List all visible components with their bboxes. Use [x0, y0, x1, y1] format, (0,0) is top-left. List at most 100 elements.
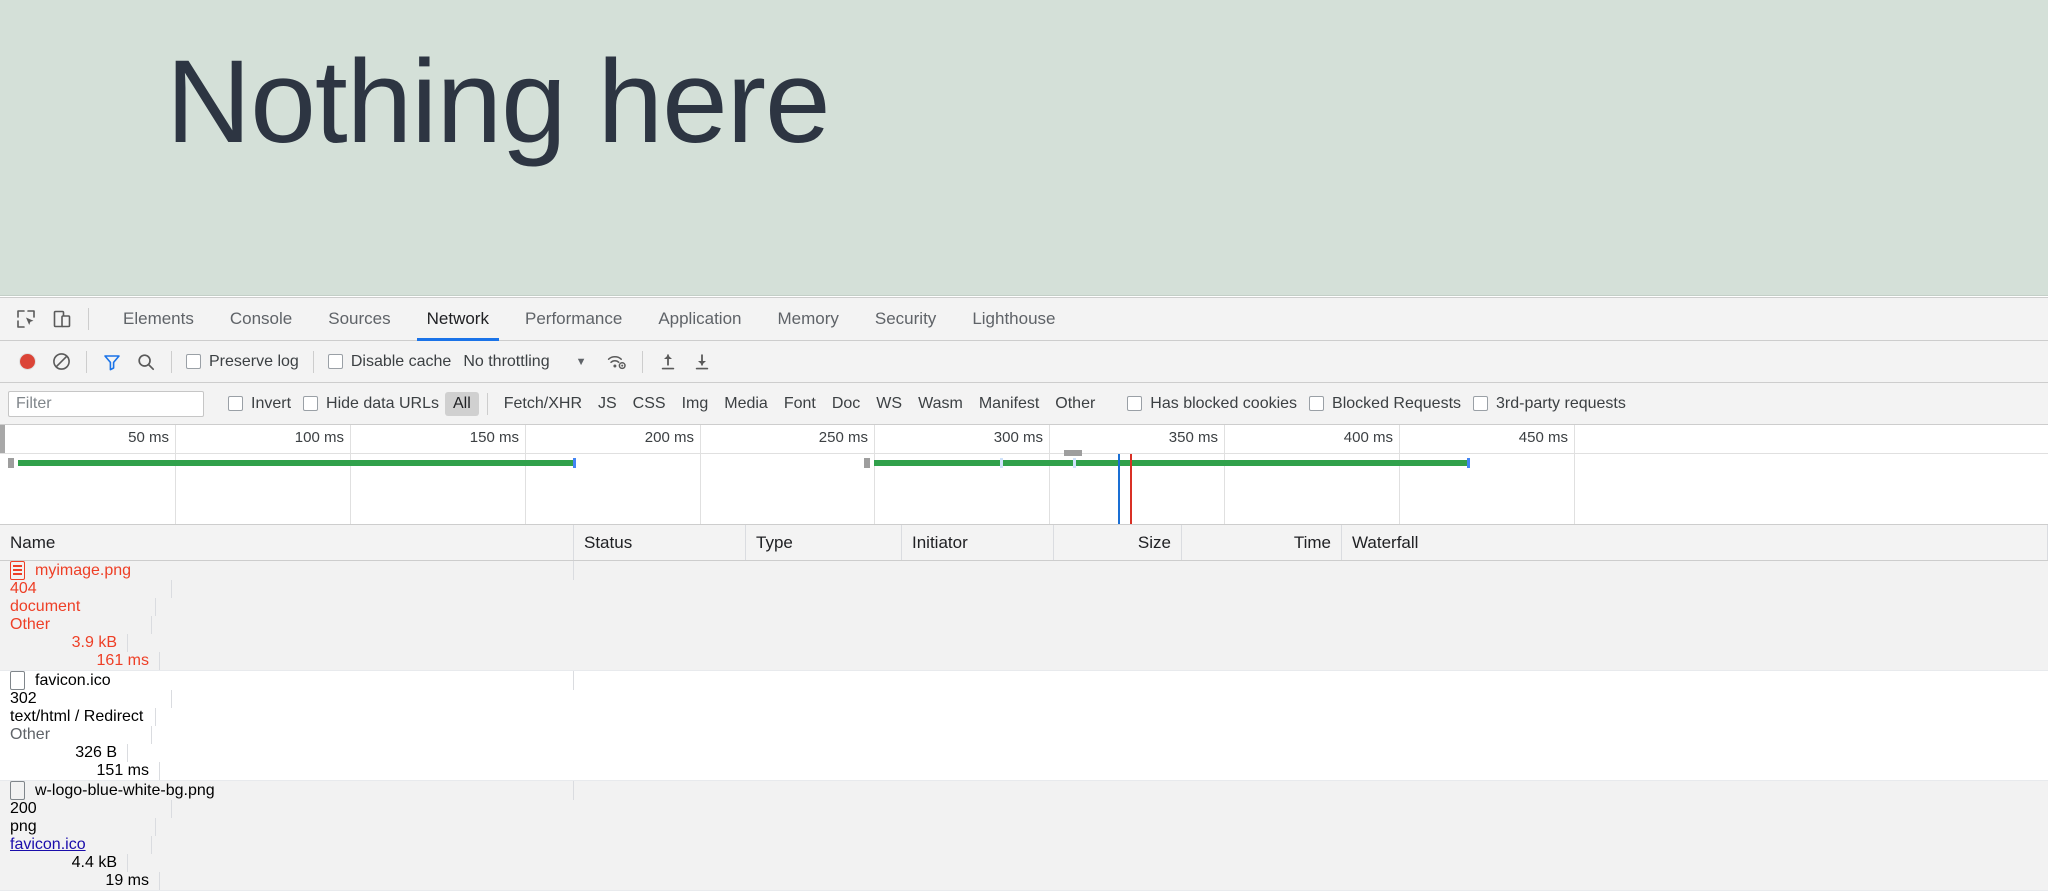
filter-type-other[interactable]: Other	[1047, 392, 1103, 416]
column-header-type[interactable]: Type	[746, 525, 902, 560]
overview-tick-label: 150 ms	[469, 429, 519, 446]
initiator-link[interactable]: favicon.ico	[10, 836, 86, 854]
column-header-waterfall[interactable]: Waterfall	[1342, 525, 2048, 560]
page-heading: Nothing here	[166, 36, 831, 168]
checkbox-box	[1473, 396, 1489, 411]
tab-sources[interactable]: Sources	[310, 298, 408, 341]
throttling-select[interactable]: No throttling ▼	[463, 353, 586, 371]
tab-lighthouse[interactable]: Lighthouse	[954, 298, 1073, 341]
filter-type-fetch-xhr[interactable]: Fetch/XHR	[496, 392, 590, 416]
cell-time: 161 ms	[0, 652, 160, 670]
overview-tick-label: 100 ms	[294, 429, 344, 446]
toolbar-divider	[312, 350, 314, 373]
column-header-initiator[interactable]: Initiator	[902, 525, 1054, 560]
table-row[interactable]: favicon.ico 302 text/html / Redirect Other 3…	[0, 671, 2048, 781]
tab-security[interactable]: Security	[857, 298, 954, 341]
column-header-name[interactable]: Name	[0, 525, 574, 560]
overview-gridline	[1224, 425, 1225, 524]
hide-data-urls-label: Hide data URLs	[326, 394, 439, 412]
filter-type-media[interactable]: Media	[716, 392, 776, 416]
filter-toggle-icon[interactable]	[95, 345, 129, 379]
checkbox-box	[1127, 396, 1143, 411]
network-conditions-icon[interactable]	[600, 345, 634, 379]
overview-gridline	[350, 425, 351, 524]
filter-type-doc[interactable]: Doc	[824, 392, 868, 416]
tab-network[interactable]: Network	[409, 298, 507, 341]
filter-type-font[interactable]: Font	[776, 392, 824, 416]
export-har-icon[interactable]	[685, 345, 719, 379]
cell-name[interactable]: favicon.ico	[0, 671, 574, 690]
tab-label: Lighthouse	[972, 309, 1056, 328]
disable-cache-checkbox[interactable]: Disable cache	[322, 353, 458, 371]
initiator-value: Other	[10, 726, 51, 743]
clear-button[interactable]	[44, 345, 78, 379]
tab-console[interactable]: Console	[212, 298, 310, 341]
toolbar-divider	[88, 308, 89, 330]
tab-application[interactable]: Application	[640, 298, 759, 341]
third-party-requests-label: 3rd-party requests	[1496, 394, 1626, 412]
device-toolbar-icon[interactable]	[44, 301, 80, 337]
filter-type-manifest[interactable]: Manifest	[971, 392, 1047, 416]
preserve-log-checkbox[interactable]: Preserve log	[180, 353, 305, 371]
cell-initiator: Other	[0, 616, 152, 634]
overview-tick-label: 300 ms	[993, 429, 1043, 446]
has-blocked-cookies-checkbox[interactable]: Has blocked cookies	[1121, 395, 1303, 413]
invert-checkbox[interactable]: Invert	[222, 395, 297, 413]
record-button[interactable]	[10, 345, 44, 379]
network-request-table: Name Status Type Initiator Size Time Wat…	[0, 525, 2048, 891]
document-icon	[10, 561, 25, 580]
overview-gridline	[874, 425, 875, 524]
devtools-tabstrip: Elements Console Sources Network Perform…	[0, 298, 2048, 341]
tab-label: Memory	[777, 309, 839, 328]
tab-performance[interactable]: Performance	[507, 298, 640, 341]
toolbar-divider	[171, 350, 172, 373]
toolbar-divider	[86, 350, 87, 373]
cell-name[interactable]: myimage.png	[0, 561, 574, 580]
third-party-requests-checkbox[interactable]: 3rd-party requests	[1467, 395, 1632, 413]
network-overview-timeline[interactable]: 50 ms 100 ms 150 ms 200 ms 250 ms 300 ms 350 m…	[0, 425, 2048, 525]
overview-scroll-handle[interactable]	[0, 425, 5, 453]
cell-size: 326 B	[0, 744, 128, 762]
column-header-size[interactable]: Size	[1054, 525, 1182, 560]
import-har-icon[interactable]	[651, 345, 685, 379]
search-icon[interactable]	[129, 345, 163, 379]
column-header-status[interactable]: Status	[574, 525, 746, 560]
filter-type-img[interactable]: Img	[674, 392, 717, 416]
checkbox-box	[327, 354, 343, 369]
cell-status: 404	[0, 580, 172, 598]
toolbar-divider	[486, 392, 488, 415]
cell-time: 151 ms	[0, 762, 160, 780]
cell-type: text/html / Redirect	[0, 708, 156, 726]
cell-status: 200	[0, 800, 172, 818]
hide-data-urls-checkbox[interactable]: Hide data URLs	[297, 395, 445, 413]
filter-type-css[interactable]: CSS	[625, 392, 674, 416]
overview-tick-label: 50 ms	[128, 429, 169, 446]
filter-type-ws[interactable]: WS	[868, 392, 910, 416]
invert-label: Invert	[251, 394, 292, 412]
preserve-log-label: Preserve log	[209, 352, 299, 370]
tab-label: Security	[874, 309, 937, 328]
checkbox-box	[303, 396, 319, 411]
column-header-time[interactable]: Time	[1182, 525, 1342, 560]
blocked-requests-checkbox[interactable]: Blocked Requests	[1303, 395, 1467, 413]
page-viewport: Nothing here	[0, 0, 2048, 296]
overview-screenshot-marker	[1064, 450, 1082, 456]
tab-memory[interactable]: Memory	[759, 298, 856, 341]
filter-type-wasm[interactable]: Wasm	[910, 392, 971, 416]
overview-tick-label: 350 ms	[1168, 429, 1218, 446]
table-row[interactable]: w-logo-blue-white-bg.png 200 png favicon.ic…	[0, 781, 2048, 891]
checkbox-box	[186, 354, 201, 369]
filter-type-js[interactable]: JS	[590, 392, 625, 416]
cell-name[interactable]: w-logo-blue-white-bg.png	[0, 781, 574, 800]
disable-cache-label: Disable cache	[350, 352, 452, 370]
tab-label: Performance	[524, 309, 623, 328]
table-row[interactable]: myimage.png 404 document Other 3.9 kB 161 ms	[0, 561, 2048, 671]
overview-band-start-marker	[864, 458, 870, 468]
devtools-tabs: Elements Console Sources Network Perform…	[105, 298, 1074, 341]
overview-band-end-marker	[573, 458, 576, 468]
tab-elements[interactable]: Elements	[105, 298, 212, 341]
inspect-element-icon[interactable]	[8, 301, 44, 337]
filter-type-all[interactable]: All	[444, 391, 479, 416]
filter-input[interactable]	[8, 390, 204, 417]
overview-tick-label: 250 ms	[818, 429, 868, 446]
